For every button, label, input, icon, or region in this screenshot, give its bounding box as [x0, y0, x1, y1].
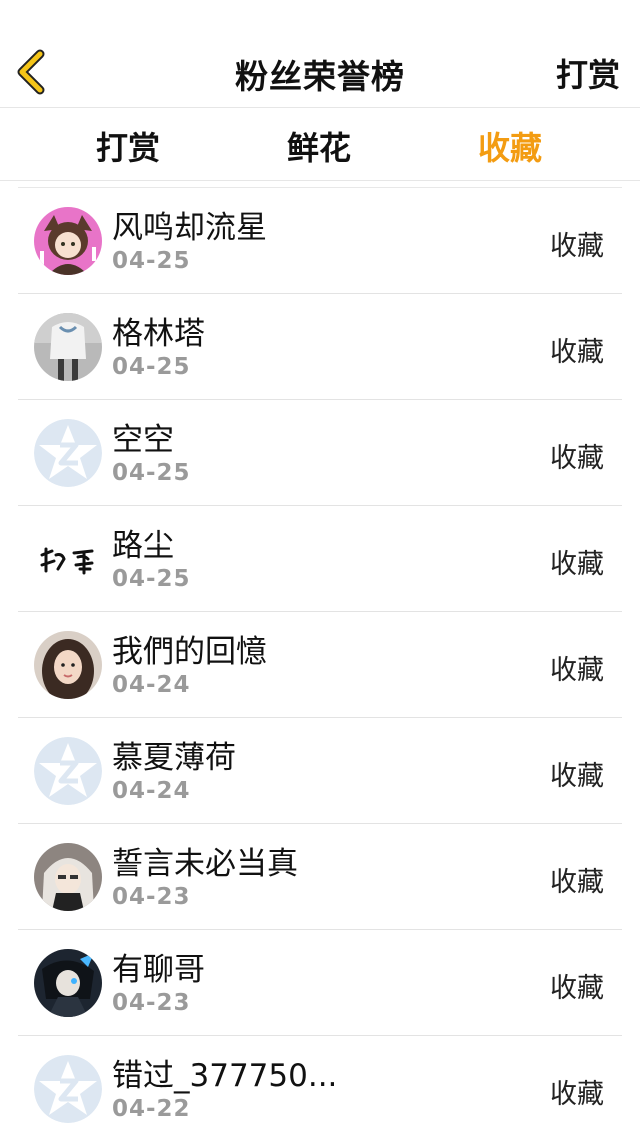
navigation-bar: 粉丝荣誉榜 打赏 — [0, 0, 640, 108]
tab-favorites[interactable]: 收藏 — [440, 123, 580, 169]
fan-type: 收藏 — [550, 443, 604, 474]
fan-name: 路尘 — [112, 528, 174, 564]
avatar — [34, 631, 102, 699]
list-item[interactable]: 誓言未必当真 04-23 收藏 — [18, 823, 622, 929]
fan-type: 收藏 — [550, 1079, 604, 1110]
list-item[interactable]: 错过_377750... 04-22 收藏 — [18, 1035, 622, 1141]
fan-date: 04-24 — [112, 672, 191, 698]
fan-date: 04-24 — [112, 778, 191, 804]
fan-type: 收藏 — [550, 973, 604, 1004]
fan-name: 我們的回憶 — [112, 634, 267, 670]
list-item[interactable]: 有聊哥 04-23 收藏 — [18, 929, 622, 1035]
fan-name: 错过_377750... — [112, 1058, 338, 1094]
default-avatar-icon — [34, 737, 102, 805]
avatar — [34, 207, 102, 275]
fan-date: 04-25 — [112, 248, 191, 274]
avatar — [34, 737, 102, 805]
fan-type: 收藏 — [550, 231, 604, 262]
list-item[interactable]: 慕夏薄荷 04-24 收藏 — [18, 717, 622, 823]
fan-date: 04-25 — [112, 354, 191, 380]
avatar — [34, 949, 102, 1017]
fan-name: 有聊哥 — [112, 952, 205, 988]
avatar — [34, 419, 102, 487]
avatar — [34, 313, 102, 381]
avatar — [34, 525, 102, 593]
fan-type: 收藏 — [550, 867, 604, 898]
fan-name: 空空 — [112, 422, 174, 458]
list-item[interactable]: 风鸣却流星 04-25 收藏 — [18, 187, 622, 293]
fan-name: 风鸣却流星 — [112, 210, 267, 246]
fan-name: 格林塔 — [112, 316, 205, 352]
fan-name: 慕夏薄荷 — [112, 740, 236, 776]
fan-type: 收藏 — [550, 655, 604, 686]
list-item[interactable]: 空空 04-25 收藏 — [18, 399, 622, 505]
fan-type: 收藏 — [550, 337, 604, 368]
page-title: 粉丝荣誉榜 — [235, 57, 405, 96]
tab-flowers[interactable]: 鲜花 — [249, 123, 389, 169]
reward-button[interactable]: 打赏 — [556, 50, 620, 96]
avatar — [34, 843, 102, 911]
fan-type: 收藏 — [550, 761, 604, 792]
fan-date: 04-25 — [112, 566, 191, 592]
fan-date: 04-22 — [112, 1096, 191, 1122]
fan-type: 收藏 — [550, 549, 604, 580]
fan-date: 04-23 — [112, 990, 191, 1016]
tab-reward[interactable]: 打赏 — [58, 123, 198, 169]
list-item[interactable]: 我們的回憶 04-24 收藏 — [18, 611, 622, 717]
avatar — [34, 1055, 102, 1123]
fan-name: 誓言未必当真 — [112, 846, 298, 882]
tab-bar: 打赏 鲜花 收藏 — [0, 109, 640, 181]
fan-date: 04-23 — [112, 884, 191, 910]
list-item[interactable]: 格林塔 04-25 收藏 — [18, 293, 622, 399]
fan-date: 04-25 — [112, 460, 191, 486]
list-item[interactable]: 路尘 04-25 收藏 — [18, 505, 622, 611]
default-avatar-icon — [34, 1055, 102, 1123]
fan-list: 风鸣却流星 04-25 收藏 格林塔 04-25 收藏 空空 04-25 收藏 … — [18, 187, 622, 1141]
default-avatar-icon — [34, 419, 102, 487]
